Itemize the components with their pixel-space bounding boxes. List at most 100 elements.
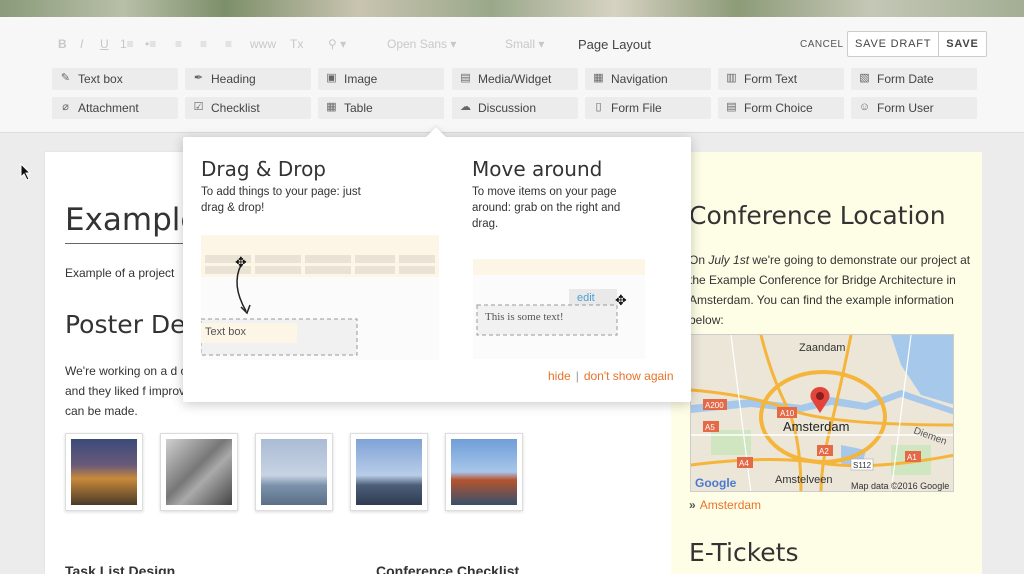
widget-navigation[interactable]: ▦ Navigation	[585, 68, 711, 90]
map-road-a10: A10	[780, 409, 795, 418]
widget-table[interactable]: ▦ Table	[318, 97, 444, 119]
drag-drop-title: Drag & Drop	[201, 157, 326, 181]
drag-drop-illustration: ✥ Text box	[200, 235, 439, 360]
page-title: Example	[65, 202, 200, 238]
gallery-thumb-bicycle[interactable]	[160, 433, 238, 511]
map-road-a4: A4	[739, 459, 749, 468]
gallery-thumb-bridge[interactable]	[255, 433, 333, 511]
underline-button[interactable]: U	[100, 37, 109, 51]
widget-label: Form Choice	[744, 101, 813, 115]
widget-label: Table	[344, 101, 373, 115]
italic-button[interactable]: I	[80, 37, 83, 51]
separator: |	[575, 369, 579, 383]
align-left-button[interactable]: ≡	[175, 37, 182, 51]
widget-label: Media/Widget	[478, 72, 552, 86]
conference-location-text: On July 1st we're going to demonstrate o…	[689, 250, 974, 330]
widget-discussion[interactable]: ☁ Discussion	[452, 97, 578, 119]
widget-label: Image	[344, 72, 378, 86]
media-icon: ▤	[460, 72, 471, 84]
save-button[interactable]: SAVE	[939, 32, 985, 56]
form-user-icon: ☺	[858, 101, 871, 113]
color-picker-button[interactable]: ⚲ ▾	[328, 37, 346, 51]
discussion-icon: ☁	[460, 101, 471, 113]
widget-text-box[interactable]: ✎ Text box	[52, 68, 178, 90]
map-graphic: Zaandam Amsterdam Diemen Amstelveen Goog…	[691, 335, 953, 491]
clear-format-button[interactable]: Tx	[290, 37, 303, 51]
hide-link[interactable]: hide	[548, 369, 571, 383]
intro-text: Example of a project	[65, 266, 175, 280]
form-text-icon: ▥	[726, 72, 737, 84]
widget-form-choice[interactable]: ▤ Form Choice	[718, 97, 844, 119]
form-file-icon: ▯	[595, 101, 602, 113]
dont-show-again-link[interactable]: don't show again	[584, 369, 674, 383]
cancel-button[interactable]: CANCEL	[800, 39, 844, 50]
map-label-amstelveen: Amstelveen	[775, 474, 832, 486]
page-layout-button[interactable]: Page Layout	[578, 37, 651, 52]
form-choice-icon: ▤	[726, 101, 737, 113]
bullet-list-button[interactable]: •≡	[145, 37, 156, 51]
map-attribution: Map data ©2016 Google	[851, 481, 949, 491]
amsterdam-map[interactable]: Zaandam Amsterdam Diemen Amstelveen Goog…	[690, 334, 954, 492]
drag-drop-text: To add things to your page: just drag & …	[201, 186, 361, 214]
checklist-icon: ☑	[193, 101, 204, 113]
map-road-a1: A1	[907, 453, 917, 462]
widget-label: Discussion	[478, 101, 537, 115]
paperclip-icon: ⌀	[62, 101, 69, 113]
editor-toolbar: B I U 1≡ •≡ ≡ ≡ ≡ www Tx ⚲ ▾ Open Sans ▾…	[0, 17, 1024, 133]
widget-media[interactable]: ▤ Media/Widget	[452, 68, 578, 90]
widget-label: Heading	[211, 72, 256, 86]
map-label-zaandam: Zaandam	[799, 342, 845, 354]
move-around-illustration: ✥ edit This is some text!	[473, 259, 645, 359]
illustration-sample-text: This is some text!	[485, 311, 564, 323]
link-arrow: »	[689, 498, 696, 512]
mouse-pointer-icon	[20, 163, 32, 181]
widget-label: Form File	[611, 101, 662, 115]
font-family-select[interactable]: Open Sans ▾	[387, 37, 456, 51]
widget-form-date[interactable]: ▧ Form Date	[851, 68, 977, 90]
font-size-select[interactable]: Small ▾	[505, 37, 544, 51]
conf-date: July 1st	[708, 253, 750, 267]
move-handle-icon: ✥	[615, 293, 627, 309]
popup-actions: hide | don't show again	[548, 369, 674, 383]
bold-button[interactable]: B	[58, 37, 67, 51]
move-around-text: To move items on your page around: grab …	[472, 186, 621, 230]
map-road-a200: A200	[705, 401, 724, 410]
widget-form-text[interactable]: ▥ Form Text	[718, 68, 844, 90]
numbered-list-button[interactable]: 1≡	[120, 37, 134, 51]
widget-label: Form User	[877, 101, 934, 115]
save-button-group: SAVE DRAFT SAVE	[847, 31, 987, 57]
link-button[interactable]: www	[250, 37, 276, 51]
save-draft-button[interactable]: SAVE DRAFT	[848, 32, 940, 56]
table-icon: ▦	[326, 101, 337, 113]
map-link-label: Amsterdam	[699, 498, 762, 512]
gallery-thumb-brooklyn-bridge[interactable]	[350, 433, 428, 511]
widget-label: Form Text	[744, 72, 798, 86]
gallery-thumb-golden-gate[interactable]	[445, 433, 523, 511]
move-cursor-icon: ✥	[235, 255, 247, 271]
conference-location-title: Conference Location	[689, 201, 946, 230]
widget-label: Navigation	[611, 72, 668, 86]
widget-form-user[interactable]: ☺ Form User	[851, 97, 977, 119]
navigation-icon: ▦	[593, 72, 604, 84]
illustration-edit-label: edit	[577, 292, 595, 304]
conf-text-pre: On	[689, 253, 709, 267]
map-label-amsterdam: Amsterdam	[783, 419, 849, 434]
google-logo: Google	[695, 476, 737, 490]
widget-image[interactable]: ▣ Image	[318, 68, 444, 90]
edit-icon: ✎	[60, 72, 71, 84]
widget-checklist[interactable]: ☑ Checklist	[185, 97, 311, 119]
align-right-button[interactable]: ≡	[225, 37, 232, 51]
heading-icon: ✒	[193, 72, 204, 84]
header-photo-strip	[0, 0, 1024, 17]
image-icon: ▣	[326, 72, 337, 84]
widget-form-file[interactable]: ▯ Form File	[585, 97, 711, 119]
widget-heading[interactable]: ✒ Heading	[185, 68, 311, 90]
map-link-amsterdam[interactable]: » Amsterdam	[689, 498, 761, 512]
gallery-thumb-canal[interactable]	[65, 433, 143, 511]
conference-checklist-heading: Conference Checklist	[376, 563, 520, 574]
align-center-button[interactable]: ≡	[200, 37, 207, 51]
widget-attachment[interactable]: ⌀ Attachment	[52, 97, 178, 119]
calendar-icon: ▧	[859, 72, 870, 84]
onboarding-popup: Drag & Drop To add things to your page: …	[183, 127, 691, 402]
etickets-title: E-Tickets	[689, 538, 799, 567]
